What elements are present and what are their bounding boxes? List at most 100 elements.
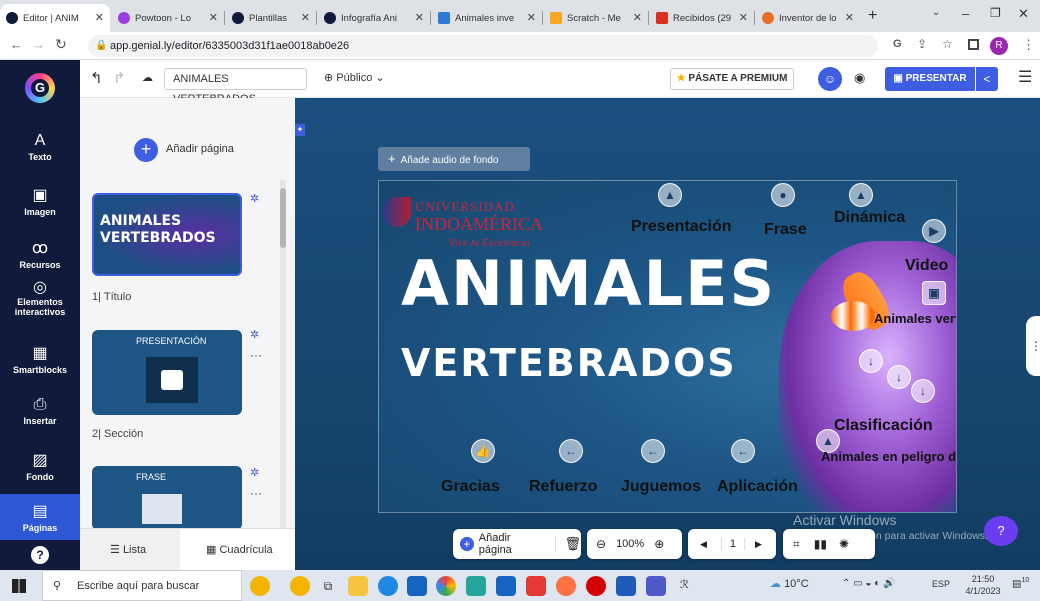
- nav-imagen[interactable]: ▣ Imagen: [0, 185, 80, 217]
- collaborators-icon[interactable]: ☺: [818, 67, 842, 91]
- peligro-label[interactable]: Animales en peligro de extinción: [821, 449, 956, 464]
- share-button[interactable]: <: [976, 67, 998, 91]
- presentacion-hotspot[interactable]: ▲: [658, 183, 682, 207]
- nav-fondo[interactable]: ▨ Fondo: [0, 450, 80, 482]
- firefox-icon[interactable]: [556, 576, 576, 596]
- nav-recursos[interactable]: ꝏ Recursos: [0, 238, 80, 270]
- close-icon[interactable]: ✕: [739, 11, 748, 24]
- app-icon[interactable]: [466, 576, 486, 596]
- thumbs-up-hotspot[interactable]: 👍: [471, 439, 495, 463]
- weather-widget-icon[interactable]: [250, 576, 270, 596]
- file-explorer-icon[interactable]: [348, 576, 368, 596]
- weather-widget-icon[interactable]: [290, 576, 310, 596]
- tray-icons[interactable]: ⌃ ▭ ◒ ◐ 🔊: [842, 578, 895, 589]
- add-page-label[interactable]: Añadir página: [166, 143, 234, 155]
- page-thumbnail-3[interactable]: FRASE: [92, 466, 242, 530]
- help-icon[interactable]: ?: [31, 546, 49, 564]
- add-audio-button[interactable]: + Añade audio de fondo: [378, 147, 530, 171]
- back-icon[interactable]: ←: [10, 37, 23, 52]
- visibility-selector[interactable]: ⊕ Público ⌄: [324, 71, 385, 84]
- notifications-icon[interactable]: ▤10: [1012, 577, 1030, 593]
- dinamica-hotspot[interactable]: ▲: [849, 183, 873, 207]
- premium-button[interactable]: ★ PÁSATE A PREMIUM: [670, 68, 794, 90]
- weather-tray[interactable]: ☁ 10°C: [770, 577, 809, 590]
- redo-icon[interactable]: ↱: [113, 69, 126, 87]
- more-options-icon[interactable]: ···: [250, 348, 262, 362]
- present-button[interactable]: ▣ PRESENTAR: [885, 67, 975, 91]
- tab-animales-invertebrados[interactable]: Animales inve ✕: [432, 4, 542, 32]
- office-icon[interactable]: [526, 576, 546, 596]
- magic-icon[interactable]: ✲: [250, 328, 259, 341]
- tab-powtoon[interactable]: Powtoon - Lo ✕: [112, 4, 224, 32]
- nav-elementos-interactivos[interactable]: ◎ Elementos interactivos: [0, 280, 80, 318]
- close-window-button[interactable]: ✕: [1018, 6, 1029, 22]
- word-icon[interactable]: [616, 576, 636, 596]
- task-view-icon[interactable]: ⧉: [318, 576, 338, 596]
- tab-scratch[interactable]: Scratch - Me ✕: [544, 4, 648, 32]
- menu-icon[interactable]: ⋮: [1022, 37, 1035, 53]
- download-hotspot[interactable]: ↓: [911, 379, 935, 403]
- juguemos-label[interactable]: Juguemos: [621, 478, 701, 496]
- close-icon[interactable]: ✕: [845, 11, 854, 24]
- reload-icon[interactable]: ↻: [55, 36, 67, 53]
- star-icon[interactable]: ☆: [942, 37, 953, 51]
- tab-inventor[interactable]: Inventor de lo ✕: [756, 4, 860, 32]
- google-icon[interactable]: G: [893, 38, 902, 50]
- arrow-left-hotspot[interactable]: ←: [559, 439, 583, 463]
- dinamica-label[interactable]: Dinámica: [834, 209, 905, 227]
- close-icon[interactable]: ✕: [95, 11, 104, 24]
- zoom-out-icon[interactable]: ⊖: [596, 537, 606, 551]
- frase-label[interactable]: Frase: [764, 221, 807, 239]
- opera-icon[interactable]: [586, 576, 606, 596]
- chevron-down-icon[interactable]: ⌄: [932, 7, 940, 18]
- edge-icon[interactable]: [378, 576, 398, 596]
- tab-gmail[interactable]: Recibidos (29 ✕: [650, 4, 754, 32]
- store-icon[interactable]: [407, 576, 427, 596]
- people-icon[interactable]: ℛ: [680, 578, 689, 591]
- slide-canvas[interactable]: UNIVERSIDAD INDOAMÉRICA Vive la Excelenc…: [378, 180, 957, 513]
- restore-button[interactable]: ❐: [990, 6, 1001, 20]
- zoom-level[interactable]: 100%: [616, 538, 644, 550]
- more-options-icon[interactable]: ···: [250, 486, 262, 500]
- page-thumbnail-2[interactable]: PRESENTACIÓN: [92, 330, 242, 415]
- download-hotspot[interactable]: ↓: [859, 349, 883, 373]
- right-panel-handle[interactable]: ⋮: [1026, 316, 1040, 376]
- undo-icon[interactable]: ↰: [90, 69, 103, 87]
- close-icon[interactable]: ✕: [415, 11, 424, 24]
- tab-editor[interactable]: Editor | ANIM ✕: [0, 4, 110, 32]
- refuerzo-label[interactable]: Refuerzo: [529, 478, 597, 496]
- nav-texto[interactable]: A Texto: [0, 132, 80, 162]
- sidepanel-icon[interactable]: [968, 39, 979, 50]
- close-icon[interactable]: ✕: [527, 11, 536, 24]
- magic-icon[interactable]: ✲: [250, 466, 259, 479]
- add-page-icon[interactable]: +: [134, 138, 158, 162]
- taskbar-search[interactable]: ⚲ Escribe aquí para buscar: [42, 570, 242, 601]
- project-title-input[interactable]: ANIMALES VERTEBRADOS: [164, 68, 307, 105]
- zoom-in-icon[interactable]: ⊕: [654, 537, 664, 551]
- page-thumbnail-1[interactable]: ANIMALES VERTEBRADOS: [92, 193, 242, 276]
- image-hotspot-icon[interactable]: ▣: [922, 281, 946, 305]
- page-number[interactable]: 1: [720, 538, 746, 550]
- nav-insertar[interactable]: ⎙ Insertar: [0, 396, 80, 426]
- trash-icon[interactable]: 🗑: [555, 536, 581, 552]
- plus-circle-icon[interactable]: +: [460, 537, 474, 551]
- hamburger-menu-icon[interactable]: ☰: [1018, 67, 1032, 87]
- url-field[interactable]: 🔒 app.genial.ly/editor/6335003d31f1ae001…: [88, 35, 878, 57]
- next-page-icon[interactable]: ▶: [755, 539, 762, 550]
- close-icon[interactable]: ✕: [633, 11, 642, 24]
- gracias-label[interactable]: Gracias: [441, 478, 500, 496]
- slide-title-2[interactable]: VERTEBRADOS: [401, 341, 737, 385]
- preview-eye-icon[interactable]: ◉: [854, 70, 865, 86]
- language-indicator[interactable]: ESP: [932, 579, 950, 589]
- chrome-icon[interactable]: [436, 576, 456, 596]
- tab-infografia[interactable]: Infografía Ani ✕: [318, 4, 430, 32]
- slide-title-1[interactable]: ANIMALES: [401, 247, 776, 320]
- download-hotspot[interactable]: ↓: [887, 365, 911, 389]
- teams-icon[interactable]: [646, 576, 666, 596]
- frase-hotspot[interactable]: ●: [771, 183, 795, 207]
- add-page-button[interactable]: Añadir página: [479, 532, 546, 556]
- help-chat-icon[interactable]: ?: [984, 516, 1018, 546]
- app-icon[interactable]: [496, 576, 516, 596]
- magic-icon[interactable]: ✲: [250, 192, 259, 205]
- prev-page-icon[interactable]: ◀: [700, 539, 707, 550]
